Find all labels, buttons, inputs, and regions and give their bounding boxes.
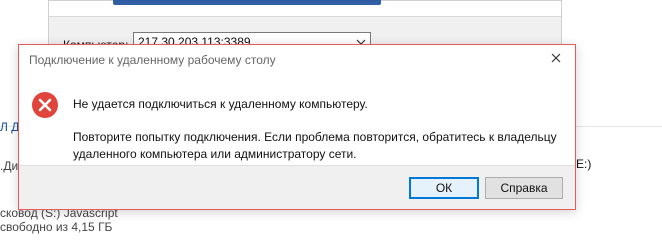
background-right-text: E:) xyxy=(576,157,592,171)
rdp-header-banner xyxy=(113,0,381,5)
error-message-secondary: Повторите попытку подключения. Если проб… xyxy=(73,130,557,161)
close-button[interactable] xyxy=(545,51,567,69)
dialog-body: Не удается подключиться к удаленному ком… xyxy=(19,75,575,167)
ok-button[interactable]: ОК xyxy=(409,177,479,199)
dialog-titlebar: Подключение к удаленному рабочему столу xyxy=(19,45,575,75)
background-left-text-1: .Ди xyxy=(0,159,19,173)
dialog-title: Подключение к удаленному рабочему столу xyxy=(29,53,276,67)
error-message-primary: Не удается подключиться к удаленному ком… xyxy=(73,97,368,111)
close-icon xyxy=(550,51,562,69)
background-left-text-3: свободно из 4,15 ГБ xyxy=(0,220,113,234)
help-button[interactable]: Справка xyxy=(485,177,563,199)
error-icon xyxy=(31,91,59,119)
error-dialog: Подключение к удаленному рабочему столу … xyxy=(18,44,576,210)
dialog-footer: ОК Справка xyxy=(19,165,575,209)
